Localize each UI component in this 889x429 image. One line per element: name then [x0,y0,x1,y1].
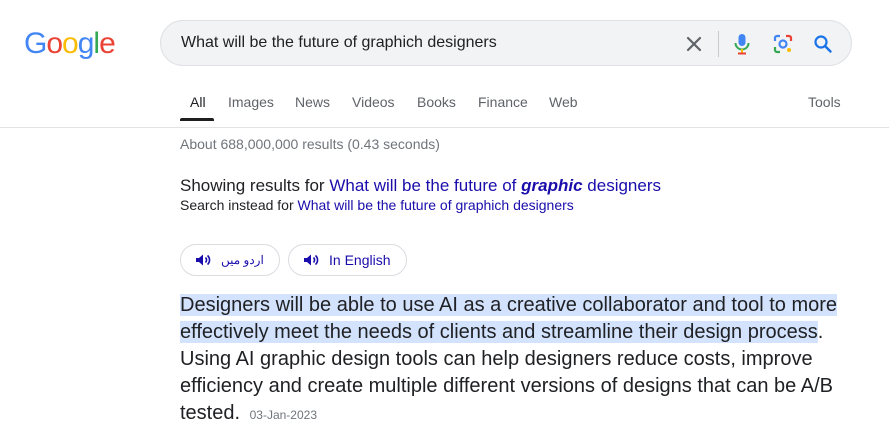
showing-prefix: Showing results for [180,176,325,195]
corrected-part-1: What will be the future of [329,176,517,195]
tab-web[interactable]: Web [549,94,578,110]
corrected-word: graphic [521,176,583,195]
active-tab-indicator [180,118,214,121]
tab-images[interactable]: Images [228,94,274,110]
speaker-icon [196,254,211,266]
tab-videos[interactable]: Videos [352,94,395,110]
tab-news[interactable]: News [295,94,330,110]
logo-letter: e [99,27,116,60]
google-logo[interactable]: Google [24,27,116,61]
speaker-icon [304,254,319,266]
close-icon[interactable] [681,31,707,57]
listen-english-button[interactable]: In English [288,244,407,276]
urdu-label: اردو میں [221,253,264,267]
tab-finance[interactable]: Finance [478,94,528,110]
search-box[interactable]: What will be the future of graphich desi… [160,20,852,66]
search-icon[interactable] [810,31,836,57]
logo-letter: o [46,27,63,60]
tools-button[interactable]: Tools [808,94,841,110]
search-instead-for: Search instead for What will be the futu… [180,197,574,213]
corrected-part-2: designers [587,176,661,195]
featured-snippet: Designers will be able to use AI as a cr… [180,292,840,429]
tab-all[interactable]: All [190,94,206,110]
original-query-link[interactable]: What will be the future of graphich desi… [298,197,574,213]
logo-letter: G [24,27,47,60]
snippet-highlight: Designers will be able to use AI as a cr… [180,294,838,343]
search-input[interactable]: What will be the future of graphich desi… [181,34,497,52]
lens-icon[interactable] [770,31,796,57]
logo-letter: g [77,27,95,60]
snippet-date: 03-Jan-2023 [249,408,317,422]
microphone-icon[interactable] [729,31,755,57]
showing-results-for: Showing results for What will be the fut… [180,176,661,196]
search-tabs: All Images News Videos Books Finance Web… [0,86,889,128]
tab-books[interactable]: Books [417,94,456,110]
result-stats: About 688,000,000 results (0.43 seconds) [180,136,440,152]
corrected-query-link[interactable]: What will be the future of graphic desig… [329,176,661,195]
logo-letter: o [62,27,79,60]
instead-prefix: Search instead for [180,197,294,213]
english-label: In English [329,252,391,268]
listen-urdu-button[interactable]: اردو میں [180,244,280,276]
search-divider [718,31,719,57]
